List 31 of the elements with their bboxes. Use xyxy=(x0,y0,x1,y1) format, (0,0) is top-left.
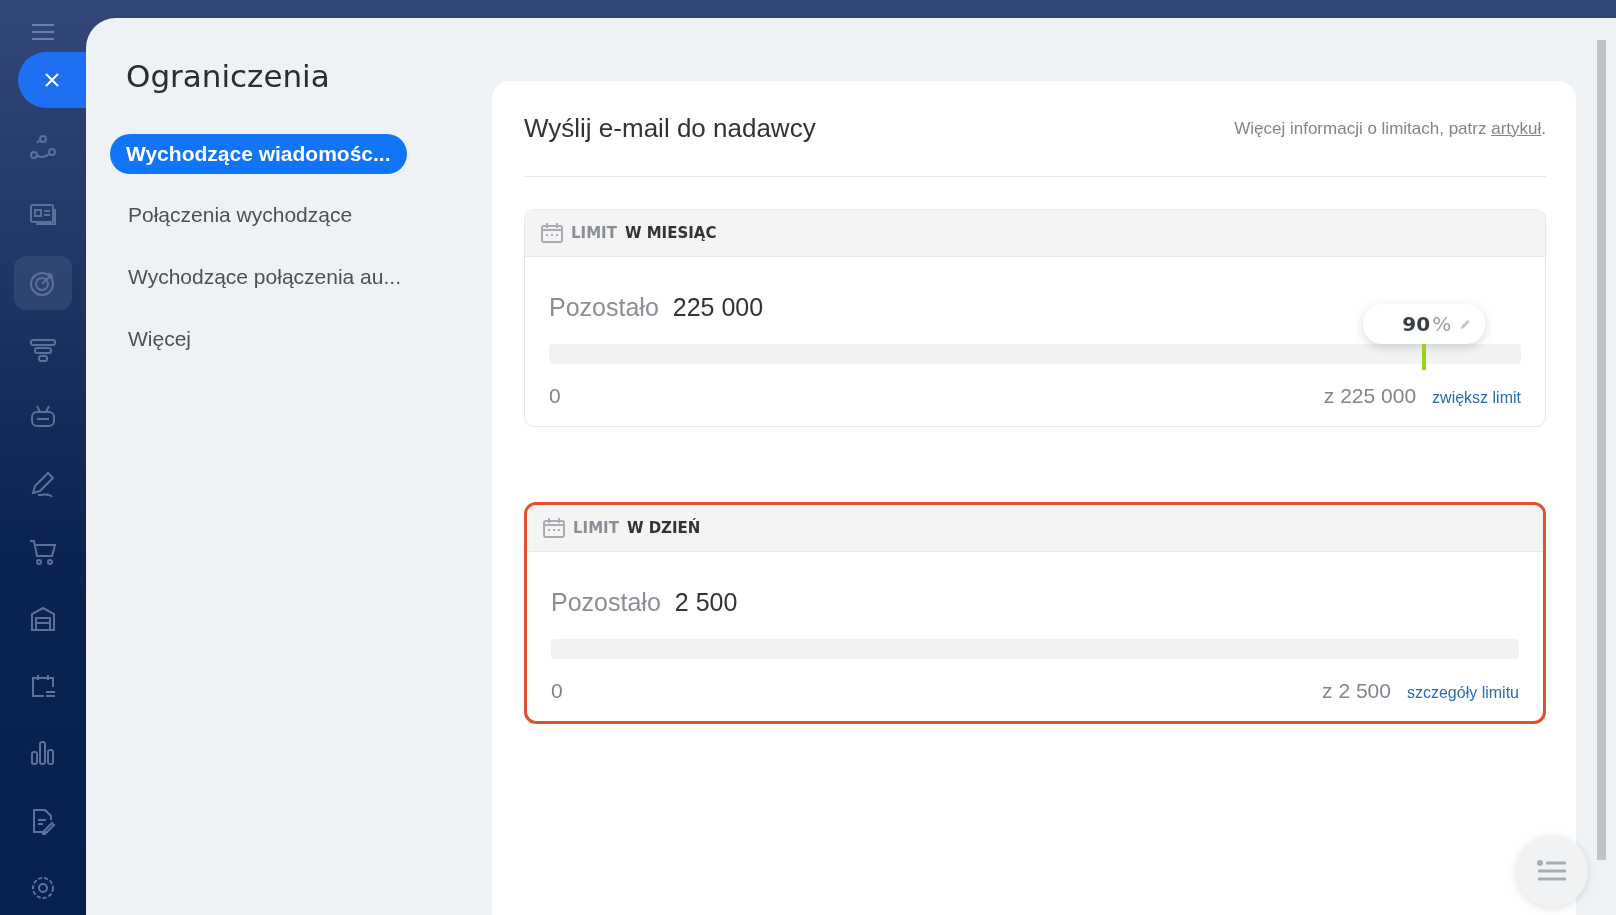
scale-min: 0 xyxy=(551,679,564,703)
scale-min: 0 xyxy=(549,384,562,408)
nav-item[interactable]: Połączenia wychodzące xyxy=(110,194,371,236)
limit-period: W DZIEŃ xyxy=(626,519,701,537)
list-icon xyxy=(1537,860,1567,882)
menu-icon[interactable] xyxy=(30,22,56,42)
remaining-value: 225 000 xyxy=(672,293,764,322)
threshold-marker[interactable] xyxy=(1421,344,1426,370)
remaining-label: Pozostało xyxy=(551,588,661,617)
nav-item[interactable]: Więcej xyxy=(110,318,209,360)
calendar-icon xyxy=(543,518,565,538)
threshold-tooltip[interactable]: 90% xyxy=(1362,304,1486,344)
info-text: Więcej informacji o limitach, patrz artykuł. xyxy=(1234,118,1546,139)
article-link[interactable]: artykuł xyxy=(1491,118,1542,138)
nav-item[interactable]: Wychodzące wiadomośc... xyxy=(110,134,407,174)
remaining-label: Pozostało xyxy=(549,293,659,322)
limit-label: LIMIT xyxy=(573,519,619,537)
panel-title: Ograniczenia xyxy=(126,58,330,94)
pencil-icon[interactable] xyxy=(1459,318,1472,330)
section-title: Wyślij e-mail do nadawcy xyxy=(524,113,816,144)
limit-link[interactable]: szczegóły limitu xyxy=(1406,684,1519,702)
limit-label: LIMIT xyxy=(571,224,617,242)
calendar-icon xyxy=(541,223,563,243)
limit-link[interactable]: zwiększ limit xyxy=(1432,389,1521,407)
limit-period: W MIESIĄC xyxy=(624,224,717,242)
remaining-value: 2 500 xyxy=(674,588,738,617)
close-icon xyxy=(43,71,61,89)
close-button[interactable] xyxy=(18,52,86,108)
scale-max: z 2 500 xyxy=(1322,679,1391,703)
nav-item[interactable]: Wychodzące połączenia au... xyxy=(110,256,419,298)
scale-max: z 225 000 xyxy=(1323,384,1417,408)
